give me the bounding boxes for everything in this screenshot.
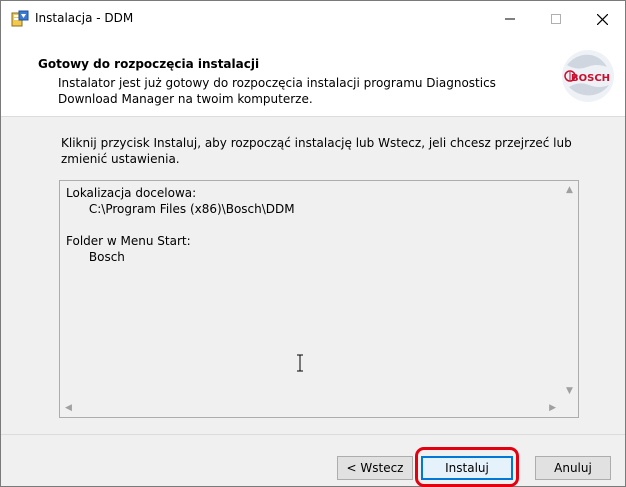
scroll-left-icon[interactable]: ◀ [65,403,72,413]
page-title: Gotowy do rozpoczęcia instalacji [38,57,260,71]
text-cursor-icon [297,354,303,372]
minimize-icon [505,18,515,20]
instruction-text: Kliknij przycisk Instaluj, aby rozpocząć… [61,136,572,166]
scroll-down-icon[interactable]: ▼ [566,386,573,396]
installer-window: Instalacja - DDM Gotowy do rozpoczęcia i… [0,0,626,487]
cancel-button[interactable]: Anuluj [535,456,611,480]
maximize-button[interactable] [533,1,579,37]
back-button[interactable]: < Wstecz [337,456,413,480]
wizard-header: Gotowy do rozpoczęcia instalacji Instala… [1,37,625,117]
title-bar: Instalacja - DDM [1,1,625,37]
bosch-logo-text: BOSCH [571,73,611,84]
scroll-up-icon[interactable]: ▲ [566,185,573,195]
close-icon [596,13,608,25]
scrollbar-corner [561,400,578,417]
page-description: Instalator jest już gotowy do rozpoczęci… [58,76,496,106]
window-title: Instalacja - DDM [35,11,134,25]
horizontal-scrollbar[interactable]: ◀ ▶ [60,400,561,417]
footer-divider [1,434,625,435]
maximize-icon [551,14,561,24]
installer-app-icon [11,10,29,27]
minimize-button[interactable] [487,1,533,37]
install-highlight-annotation [415,447,519,487]
vertical-scrollbar[interactable]: ▲ ▼ [561,181,578,400]
summary-memo-text: Lokalizacja docelowa: C:\Program Files (… [66,186,295,264]
close-button[interactable] [579,1,625,37]
scroll-right-icon[interactable]: ▶ [549,403,556,413]
summary-memo[interactable]: Lokalizacja docelowa: C:\Program Files (… [59,180,579,418]
